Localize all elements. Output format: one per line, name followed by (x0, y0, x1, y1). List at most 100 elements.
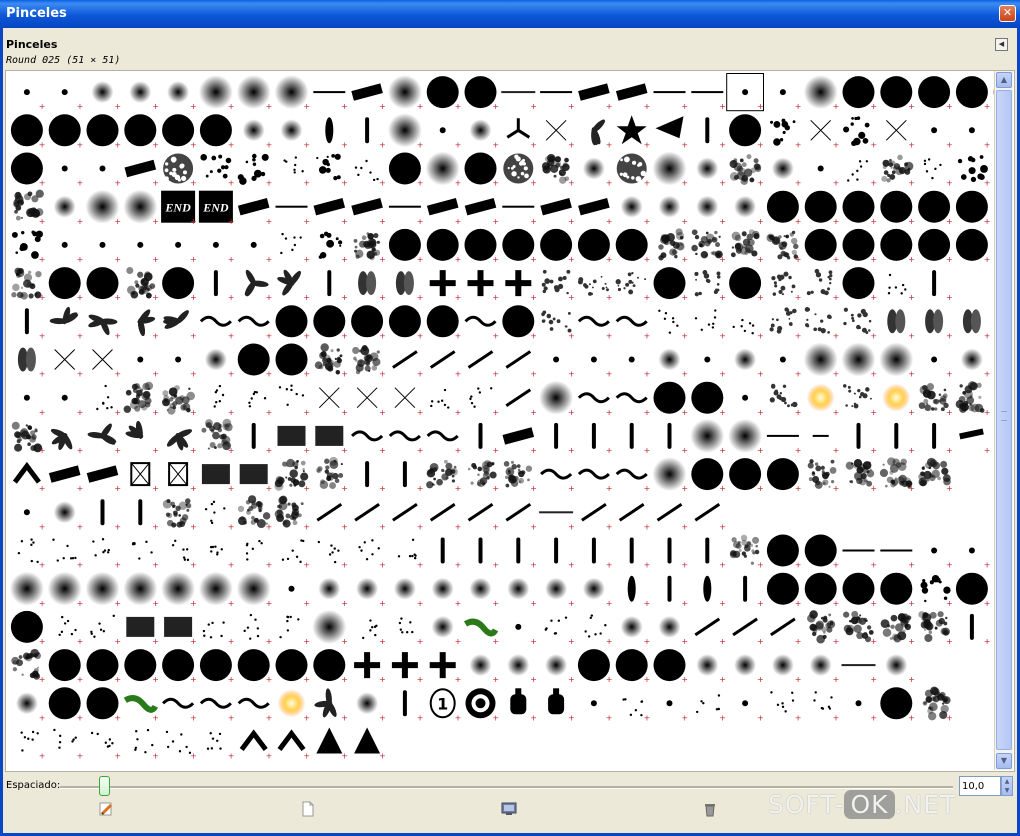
brush-cell[interactable]: + (845, 459, 877, 493)
brush-cell[interactable]: + (539, 380, 575, 417)
brush-cell[interactable]: + (354, 652, 386, 684)
brush-cell[interactable]: + (581, 503, 613, 531)
brush-cell[interactable]: + (554, 422, 575, 455)
brush-cell[interactable]: + (842, 549, 878, 570)
brush-cell[interactable]: + (694, 617, 726, 646)
brush-cell[interactable]: + (653, 91, 689, 111)
brush-cell[interactable]: + (743, 575, 764, 608)
brush-cell[interactable]: + (960, 348, 991, 379)
brush-cell[interactable]: + (10, 152, 46, 188)
brush-cell[interactable]: + (931, 356, 953, 379)
brush-cell[interactable]: + (806, 268, 840, 302)
brush-cell[interactable]: + (658, 309, 688, 341)
brush-cell[interactable]: + (125, 421, 159, 455)
brush-cell[interactable]: + (545, 654, 575, 684)
brush-cell[interactable]: + (429, 350, 462, 379)
brush-cell[interactable]: + (90, 731, 121, 761)
brush-cell[interactable]: + (691, 381, 726, 417)
brush-cell[interactable]: + (615, 649, 651, 684)
brush-cell[interactable]: + (918, 457, 953, 493)
brush-cell[interactable]: + (922, 686, 953, 723)
brush-cell[interactable]: + (313, 197, 348, 226)
brush-cell[interactable]: + (465, 688, 500, 722)
brush-cell[interactable]: + (237, 315, 273, 340)
spacing-slider-track[interactable] (60, 786, 953, 789)
brush-cell[interactable]: + (577, 275, 613, 302)
brush-cell[interactable]: + (734, 654, 764, 684)
brush-cell[interactable]: + (126, 616, 159, 646)
brush-cell[interactable]: + (771, 654, 802, 684)
brush-cell[interactable]: + (317, 540, 348, 570)
brush-cell[interactable]: + (554, 537, 575, 570)
brush-cell[interactable]: + (165, 427, 197, 455)
scroll-up-icon[interactable]: ▲ (996, 72, 1012, 88)
brush-cell[interactable]: + (769, 383, 802, 417)
brush-cell[interactable]: + (388, 305, 424, 340)
brush-cell[interactable]: + (314, 343, 348, 379)
brush-cell[interactable]: + (803, 342, 840, 379)
brush-cell[interactable]: + (53, 728, 83, 761)
brush-cell[interactable]: + (469, 654, 500, 684)
brush-cell[interactable]: + (653, 267, 689, 302)
brush-cell[interactable]: + (502, 427, 537, 455)
brush-cell[interactable]: + (545, 119, 575, 149)
brush-cell[interactable]: + (691, 458, 726, 493)
brush-cell[interactable]: + (10, 610, 46, 646)
brush-cell[interactable]: + (356, 692, 386, 722)
brush-cell[interactable]: + (464, 197, 499, 226)
brush-cell[interactable]: + (734, 195, 764, 226)
brush-cell[interactable]: + (918, 383, 953, 417)
brush-cell[interactable]: + (627, 575, 651, 608)
brush-cell[interactable]: + (123, 695, 159, 722)
brush-cell[interactable]: + (540, 91, 575, 111)
window-titlebar[interactable]: Pinceles ✕ (0, 0, 1020, 28)
brush-cell[interactable]: + (48, 465, 83, 493)
brush-cell[interactable]: + (652, 457, 689, 493)
brush-cell[interactable]: + (124, 649, 159, 684)
brush-cell[interactable]: + (734, 348, 764, 379)
brush-cell[interactable]: + (885, 119, 915, 149)
brush-cell[interactable]: + (591, 422, 613, 455)
brush-cell[interactable]: + (91, 81, 122, 111)
brush-cell[interactable]: + (770, 691, 802, 722)
brush-cell[interactable]: + (200, 154, 235, 188)
brush-cell[interactable]: + (502, 305, 537, 340)
brush-cell[interactable]: + (86, 687, 122, 722)
scroll-thumb[interactable] (996, 90, 1012, 750)
brush-cell[interactable]: + (53, 501, 84, 531)
brush-cell[interactable]: + (204, 348, 235, 379)
brush-cell[interactable]: + (138, 499, 159, 531)
brush-cell[interactable]: + (655, 116, 689, 149)
brush-cell[interactable]: + (351, 305, 386, 340)
brush-cell[interactable]: + (50, 427, 84, 455)
brush-cell[interactable]: + (426, 228, 462, 264)
brush-cell[interactable]: + (742, 700, 764, 722)
brush-cell[interactable]: + (325, 117, 348, 149)
brush-cell[interactable]: + (351, 197, 386, 226)
brush-cell[interactable]: + (478, 422, 500, 455)
brush-cell[interactable]: + (658, 228, 688, 264)
brush-cell[interactable]: 1+ (429, 688, 462, 722)
brush-cell[interactable]: + (882, 383, 915, 417)
brush-cell[interactable]: + (842, 228, 878, 264)
brush-cell[interactable]: + (426, 76, 462, 111)
brush-cell[interactable]: + (237, 495, 272, 531)
brush-cell[interactable]: + (694, 270, 726, 302)
brush-cell[interactable]: + (918, 228, 953, 264)
brush-cell[interactable]: + (615, 392, 651, 417)
brush-cell[interactable]: + (464, 315, 500, 340)
brush-cell[interactable]: + (730, 229, 764, 264)
brush-cell[interactable]: + (742, 394, 764, 417)
brush-cell[interactable]: + (842, 572, 878, 608)
brush-cell[interactable]: + (388, 205, 424, 226)
brush-cell[interactable]: + (17, 347, 46, 379)
brush-cell[interactable]: + (313, 305, 348, 340)
brush-cell[interactable]: + (732, 318, 764, 341)
brush-cell[interactable]: + (920, 574, 953, 608)
brush-cell[interactable]: + (729, 534, 764, 570)
brush-cell[interactable]: + (162, 267, 197, 302)
brush-cell[interactable]: + (577, 468, 613, 493)
brush-cell[interactable]: + (279, 615, 310, 646)
brush-cell[interactable]: + (248, 390, 272, 417)
brush-cell[interactable]: + (48, 267, 84, 302)
